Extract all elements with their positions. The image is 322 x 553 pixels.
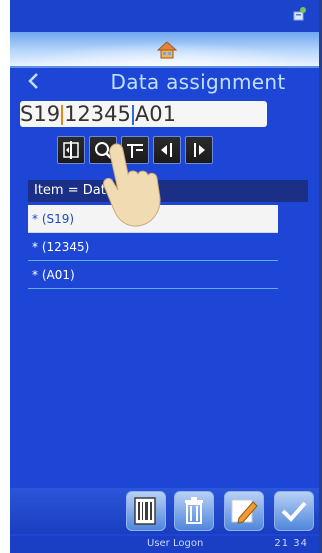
data-segment-2[interactable]: 12345	[64, 101, 131, 127]
trash-icon	[185, 497, 203, 524]
bottom-action-bar	[10, 488, 322, 534]
data-string-field[interactable]: S19 12345 A01	[20, 101, 267, 127]
list-item[interactable]: * (12345)	[28, 233, 278, 261]
delete-button[interactable]	[174, 491, 214, 531]
data-segment-3[interactable]: A01	[135, 101, 176, 127]
footer-status: User Logon 21 34	[10, 536, 322, 553]
list-item[interactable]: * (A01)	[28, 261, 278, 289]
page-title: Data assignment	[110, 70, 286, 94]
status-bar	[10, 0, 322, 32]
back-chevron-icon[interactable]	[26, 69, 40, 93]
title-row: Data assignment	[10, 68, 322, 96]
edit-icon	[231, 499, 258, 524]
left-edge	[0, 0, 10, 553]
data-segment-1[interactable]: S19	[20, 101, 60, 127]
segment-cursor-left	[61, 105, 64, 125]
tap-hand-icon	[103, 143, 161, 227]
user-logon-label[interactable]: User Logon	[147, 538, 203, 549]
segment-cursor-right	[131, 105, 134, 125]
barcode-icon	[134, 497, 156, 525]
move-right-icon	[194, 143, 205, 157]
cursor-jump-button[interactable]	[57, 136, 85, 164]
confirm-button[interactable]	[274, 491, 314, 531]
check-icon	[281, 501, 307, 522]
clock-label: 21 34	[274, 538, 308, 549]
edit-button[interactable]	[224, 491, 264, 531]
home-icon[interactable]	[157, 40, 177, 60]
app-screen: Data assignment S19 12345 A01 Item = Dat…	[10, 0, 322, 553]
barcode-button[interactable]	[126, 491, 166, 531]
move-right-button[interactable]	[185, 136, 213, 164]
cursor-jump-icon	[63, 141, 79, 159]
network-status-icon	[293, 7, 306, 21]
